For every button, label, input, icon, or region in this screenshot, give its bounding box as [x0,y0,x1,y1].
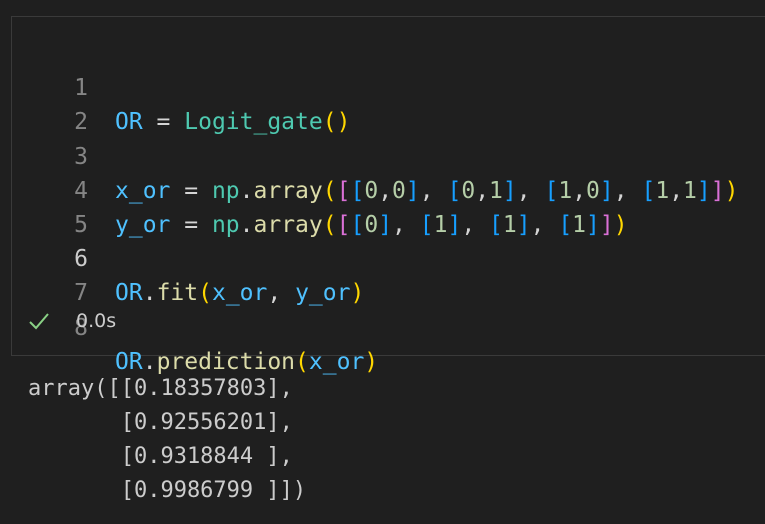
execution-status: 0.0s [28,306,116,336]
code-line[interactable]: 5 [12,174,765,238]
execution-time: 0.0s [76,310,117,332]
code-cell[interactable]: 1 OR = Logit_gate() 2 3 x_or = np.array(… [11,16,765,375]
notebook-page: 1 OR = Logit_gate() 2 3 x_or = np.array(… [0,0,765,524]
code-editor[interactable]: 1 OR = Logit_gate() 2 3 x_or = np.array(… [12,37,765,375]
output-line: [0.92556201], [28,410,293,435]
output-line: array([[0.18357803], [28,376,293,401]
check-icon [29,313,49,330]
code-line[interactable]: 4 y_or = np.array([[0], [1], [1], [1]]) [12,140,765,238]
output-line: [0.9986799 ]]) [28,478,307,503]
code-line[interactable]: 7 [12,242,765,306]
output-line: [0.9318844 ], [28,444,293,469]
code-line-active[interactable]: 6 OR.fit(x_or, y_or) [12,208,765,306]
cell-output: array([[0.18357803], [0.92556201], [0.93… [28,372,306,508]
code-line[interactable]: 1 OR = Logit_gate() [12,37,765,135]
code-line[interactable]: 8 OR.prediction(x_or) [12,276,765,375]
code-line[interactable]: 2 [12,71,765,135]
code-line[interactable]: 3 x_or = np.array([[0,0], [0,1], [1,0], … [12,105,765,204]
